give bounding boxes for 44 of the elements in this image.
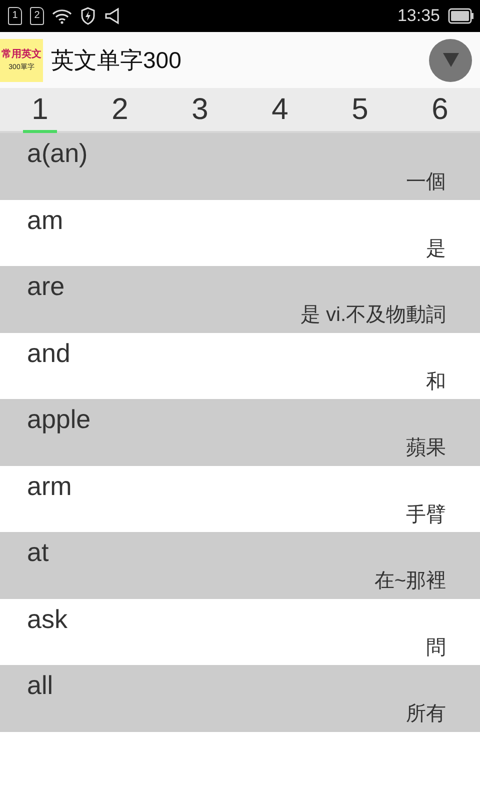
tab[interactable]: 2 <box>80 88 160 131</box>
meaning-text: 所有 <box>406 703 446 725</box>
meaning-text: 蘋果 <box>406 437 446 459</box>
word-row[interactable]: am 是 <box>0 200 480 266</box>
meaning-text: 在~那裡 <box>374 570 446 592</box>
dropdown-button[interactable] <box>429 38 472 82</box>
word-text: a(an) <box>27 138 88 168</box>
battery-icon <box>448 8 474 24</box>
wifi-icon <box>52 8 72 24</box>
word-row[interactable]: and 和 <box>0 332 480 399</box>
speaker-icon <box>104 7 122 25</box>
word-text: apple <box>27 404 91 434</box>
tab[interactable]: 4 <box>240 88 320 131</box>
shield-icon <box>80 7 96 25</box>
meaning-text: 一個 <box>406 171 446 193</box>
word-text: all <box>27 670 54 700</box>
meaning-text: 手臂 <box>406 504 446 526</box>
word-text: arm <box>27 470 72 500</box>
word-text: at <box>27 537 49 567</box>
word-row[interactable]: are 是 vi.不及物動詞 <box>0 266 480 332</box>
meaning-text: 問 <box>426 636 446 658</box>
clock-time: 13:35 <box>397 5 440 28</box>
word-text: and <box>27 338 70 368</box>
word-row[interactable]: a(an) 一個 <box>0 133 480 200</box>
word-row[interactable]: apple 蘋果 <box>0 399 480 466</box>
sim-icon: 2 <box>30 7 44 25</box>
word-text: are <box>27 271 65 301</box>
word-row[interactable]: all 所有 <box>0 665 480 732</box>
caret-icon <box>442 53 458 67</box>
meaning-text: 和 <box>426 370 446 392</box>
word-text: am <box>27 204 64 234</box>
sim-icon: 1 <box>8 7 22 25</box>
meaning-text: 是 vi.不及物動詞 <box>300 304 446 326</box>
tab[interactable]: 1 <box>0 88 80 131</box>
meaning-text: 是 <box>426 238 446 260</box>
app-title: 英文单字300 <box>51 46 182 75</box>
word-row[interactable]: at 在~那裡 <box>0 532 480 598</box>
tab[interactable]: 3 <box>160 88 240 131</box>
word-row[interactable]: arm 手臂 <box>0 466 480 532</box>
tab[interactable]: 5 <box>320 88 400 131</box>
word-row[interactable]: ask 問 <box>0 598 480 665</box>
word-text: ask <box>27 604 68 634</box>
tab[interactable]: 6 <box>400 88 480 131</box>
logo-text: 常用英文 <box>2 50 42 60</box>
